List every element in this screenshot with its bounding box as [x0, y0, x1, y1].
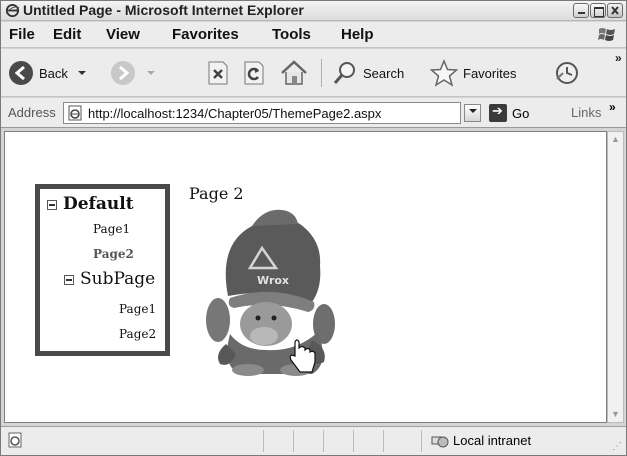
search-label: Search	[363, 65, 405, 81]
menu-tools[interactable]: Tools	[272, 26, 311, 43]
stop-icon	[208, 61, 228, 85]
close-icon	[611, 6, 619, 15]
maximize-button[interactable]	[590, 3, 606, 18]
back-button[interactable]: Back	[7, 57, 88, 89]
refresh-icon	[244, 61, 264, 85]
favorites-label: Favorites	[463, 65, 517, 81]
tree-node-label: Default	[63, 194, 134, 214]
page-title: Page 2	[189, 184, 244, 203]
links-more-chevron[interactable]: »	[609, 100, 616, 114]
title-bar: Untitled Page - Microsoft Internet Explo…	[1, 1, 626, 21]
minimize-button[interactable]	[573, 3, 589, 18]
chevron-down-icon	[77, 71, 86, 75]
close-button[interactable]	[607, 3, 623, 18]
wrox-logo-text: Wrox	[257, 274, 289, 287]
menu-file[interactable]: File	[9, 26, 35, 43]
window-title: Untitled Page - Microsoft Internet Explo…	[23, 2, 304, 18]
toolbar-more-chevron[interactable]: »	[615, 51, 622, 65]
tree-node-page1[interactable]: Page1	[93, 222, 130, 236]
menu-view[interactable]: View	[106, 26, 140, 43]
history-button[interactable]	[553, 57, 581, 89]
go-button[interactable]: Go	[489, 102, 529, 124]
address-label: Address	[8, 105, 56, 120]
go-label: Go	[512, 105, 530, 121]
search-icon	[333, 62, 355, 84]
menu-bar: File Edit View Favorites Tools Help	[1, 22, 626, 48]
home-icon	[281, 60, 307, 85]
resize-grip-icon[interactable]: ⋰	[612, 441, 622, 452]
browser-window: Untitled Page - Microsoft Internet Explo…	[0, 0, 627, 456]
refresh-button[interactable]	[241, 57, 267, 89]
favorites-button[interactable]: Favorites	[429, 57, 516, 89]
scroll-down-icon[interactable]: ▼	[608, 407, 623, 422]
tree-node-page2-selected[interactable]: Page2	[93, 247, 134, 261]
ie-icon	[5, 3, 20, 18]
zone-label: Local intranet	[453, 433, 532, 448]
menu-help[interactable]: Help	[341, 26, 374, 43]
vertical-scrollbar[interactable]: ▲ ▼	[607, 131, 624, 423]
standard-toolbar: Back Search Favorites »	[1, 49, 626, 97]
address-url: http://localhost:1234/Chapter05/ThemePag…	[88, 106, 382, 121]
chevron-down-icon	[147, 71, 155, 75]
address-dropdown-button[interactable]	[464, 104, 481, 122]
tree-node-label: SubPage	[80, 269, 156, 289]
links-label[interactable]: Links	[571, 105, 601, 120]
tree-view: Default Page1 Page2 SubPage Page1 Page2	[35, 184, 170, 356]
search-button[interactable]: Search	[331, 57, 404, 89]
star-icon	[429, 59, 459, 87]
forward-arrow-icon	[111, 61, 135, 85]
status-bar: Local intranet ⋰	[1, 426, 626, 455]
back-label: Back	[39, 65, 68, 81]
page-icon	[68, 105, 82, 121]
page-status-icon	[8, 432, 22, 448]
windows-logo-icon	[598, 28, 615, 41]
tree-node-subpage-page1[interactable]: Page1	[119, 302, 156, 316]
go-arrow-icon	[489, 103, 507, 122]
wrox-mascot-image: Wrox	[206, 209, 335, 376]
intranet-icon	[431, 436, 449, 447]
menu-edit[interactable]: Edit	[53, 26, 81, 43]
scroll-up-icon[interactable]: ▲	[608, 132, 623, 147]
forward-button[interactable]	[109, 57, 157, 89]
address-input[interactable]: http://localhost:1234/Chapter05/ThemePag…	[63, 102, 461, 124]
back-arrow-icon	[9, 61, 33, 85]
menu-favorites[interactable]: Favorites	[172, 26, 239, 43]
security-zone: Local intranet	[431, 433, 531, 448]
collapse-icon[interactable]	[47, 199, 57, 210]
address-bar: Address http://localhost:1234/Chapter05/…	[1, 98, 626, 128]
collapse-icon[interactable]	[64, 274, 74, 285]
page-content: Default Page1 Page2 SubPage Page1 Page2 …	[4, 131, 607, 423]
tree-node-default[interactable]: Default	[47, 194, 134, 214]
chevron-down-icon	[468, 109, 477, 113]
history-icon	[556, 62, 578, 84]
stop-button[interactable]	[205, 57, 231, 89]
tree-node-subpage-page2[interactable]: Page2	[119, 327, 156, 341]
home-button[interactable]	[279, 57, 309, 89]
tree-node-subpage[interactable]: SubPage	[64, 269, 155, 289]
